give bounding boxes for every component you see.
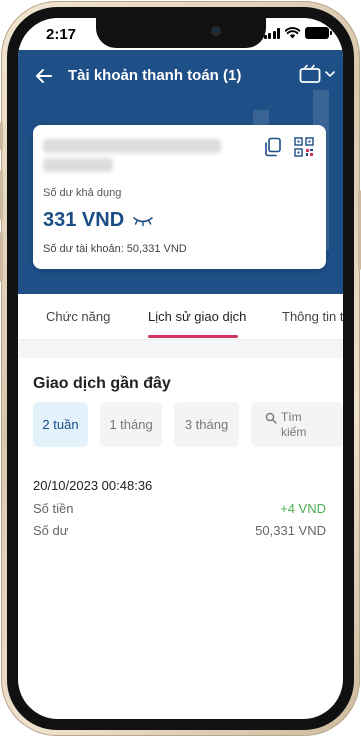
back-arrow-icon[interactable] (34, 66, 54, 86)
search-label: Tìm kiếm (281, 410, 306, 440)
tab-bar: Chức năng Lịch sử giao dịch Thông tin tà (18, 294, 343, 340)
balance-row: 331 VND (43, 209, 154, 232)
chevron-down-icon (325, 71, 335, 78)
status-icons (263, 27, 332, 39)
available-balance: 331 VND (43, 209, 125, 231)
recent-transactions-title: Giao dịch gần đây (33, 375, 171, 392)
filter-label: 3 tháng (184, 417, 229, 432)
battery-icon (305, 27, 332, 39)
search-label-line1: Tìm (281, 409, 302, 424)
tab-active-indicator (148, 335, 238, 338)
side-button (0, 170, 3, 220)
card-actions (264, 137, 314, 157)
side-button (0, 232, 3, 282)
amount-label: Số tiền (33, 501, 74, 516)
transaction-amount-row: Số tiền +4 VND (33, 501, 326, 516)
transaction-datetime: 20/10/2023 00:48:36 (33, 478, 153, 493)
available-balance-label: Số dư khả dụng (43, 187, 122, 199)
transaction-balance-row: Số dư 50,331 VND (33, 523, 326, 538)
amount-value: +4 VND (280, 501, 326, 516)
camera (211, 26, 221, 36)
notch (96, 18, 266, 48)
page-title: Tài khoản thanh toán (1) (68, 67, 242, 84)
filter-label: 2 tuần (42, 417, 79, 432)
blurred-account-name (43, 139, 221, 153)
filter-label: 1 tháng (109, 417, 153, 432)
section-divider (18, 340, 343, 358)
tab-functions[interactable]: Chức năng (46, 309, 110, 324)
copy-icon[interactable] (264, 137, 282, 157)
filter-2-weeks[interactable]: 2 tuần (33, 402, 88, 447)
filter-3-months[interactable]: 3 tháng (174, 402, 239, 447)
search-transactions-button[interactable]: Tìm kiếm (251, 402, 343, 447)
account-switcher[interactable] (299, 64, 335, 84)
balance-label: Số dư (33, 523, 69, 538)
phone-screen: 2:17 Tài khoản thanh toán (1) Số dư khả … (18, 18, 343, 719)
tab-information[interactable]: Thông tin tà (282, 309, 343, 324)
blurred-account-number (43, 158, 113, 172)
eye-closed-icon[interactable] (132, 215, 154, 227)
tab-transaction-history[interactable]: Lịch sử giao dịch (148, 309, 246, 324)
app-header: Tài khoản thanh toán (1) Số dư khả dụng … (18, 50, 343, 294)
wifi-icon (285, 27, 300, 39)
account-balance-text: Số dư tài khoản: 50,331 VND (43, 243, 187, 255)
search-label-line2: kiếm (281, 424, 307, 439)
search-icon (265, 412, 277, 424)
signal-icon (263, 27, 280, 39)
folder-icon (299, 64, 321, 83)
side-button (0, 122, 3, 150)
qr-code-icon[interactable] (294, 137, 314, 157)
filter-1-month[interactable]: 1 tháng (100, 402, 162, 447)
status-time: 2:17 (46, 26, 77, 43)
balance-value: 50,331 VND (255, 523, 326, 538)
status-bar: 2:17 (18, 18, 343, 50)
account-card: Số dư khả dụng 331 VND Số dư tài khoản: … (33, 125, 326, 269)
